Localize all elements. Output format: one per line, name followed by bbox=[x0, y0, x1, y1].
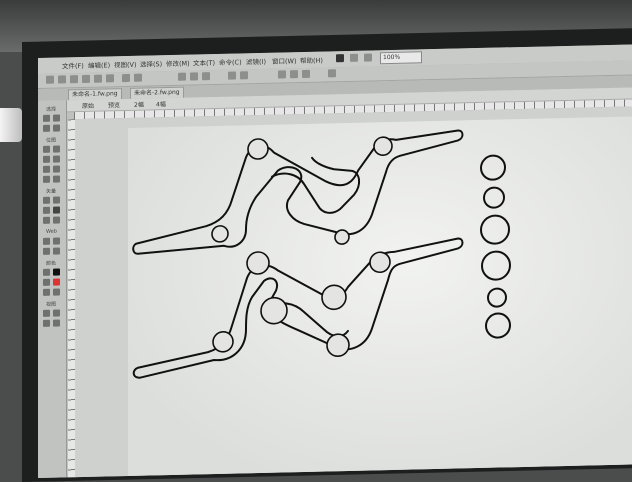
crop-tool-icon[interactable] bbox=[53, 124, 60, 132]
pen-tool-icon[interactable] bbox=[53, 196, 60, 204]
freeform-tool-icon[interactable] bbox=[43, 216, 50, 224]
trace-inner-upper bbox=[271, 156, 360, 214]
tools-section-vector: 矢量 bbox=[46, 188, 57, 195]
document-canvas[interactable] bbox=[128, 116, 632, 476]
pad-lower-mid bbox=[212, 330, 234, 353]
menu-view[interactable]: 视图(V) bbox=[114, 59, 137, 70]
desk-lamp bbox=[0, 108, 22, 142]
flip-icon[interactable] bbox=[302, 69, 310, 79]
tab-2up[interactable]: 2幅 bbox=[134, 100, 144, 109]
eyedropper-tool-icon[interactable] bbox=[43, 268, 50, 276]
group-icon[interactable] bbox=[228, 71, 236, 80]
undo-icon[interactable] bbox=[122, 73, 130, 83]
menu-commands[interactable]: 命令(C) bbox=[219, 56, 242, 67]
pad-upper-low bbox=[334, 229, 350, 245]
line-tool-icon[interactable] bbox=[43, 196, 50, 204]
menu-file[interactable]: 文件(F) bbox=[62, 60, 84, 70]
cut-icon[interactable] bbox=[178, 72, 186, 81]
grid-icon[interactable] bbox=[336, 54, 344, 63]
circle-1 bbox=[480, 154, 506, 181]
fullscreen-mode-icon[interactable] bbox=[53, 309, 60, 317]
slice-tool-icon[interactable] bbox=[53, 237, 60, 245]
swap-colors-icon[interactable] bbox=[43, 288, 50, 296]
marquee-tool-icon[interactable] bbox=[43, 145, 50, 153]
stamp-tool-icon[interactable] bbox=[53, 175, 60, 183]
standard-mode-icon[interactable] bbox=[43, 309, 50, 317]
arrange-icon[interactable] bbox=[328, 69, 336, 78]
blur-tool-icon[interactable] bbox=[43, 175, 50, 183]
canvas-artwork bbox=[132, 129, 511, 379]
no-stroke-icon[interactable] bbox=[53, 288, 60, 296]
monitor-screen: 文件(F) 编辑(E) 视图(V) 选择(S) 修改(M) 文本(T) 命令(C… bbox=[38, 44, 632, 478]
rotate-icon[interactable] bbox=[290, 70, 298, 79]
paste-icon[interactable] bbox=[202, 72, 210, 81]
rectangle-tool-icon[interactable] bbox=[43, 206, 50, 214]
menu-filters[interactable]: 滤镜(I) bbox=[246, 56, 266, 66]
brush-tool-icon[interactable] bbox=[53, 155, 60, 163]
zoom-tool-icon[interactable] bbox=[53, 319, 60, 327]
pad-upper-mid bbox=[211, 225, 229, 243]
circle-6 bbox=[485, 312, 511, 339]
pad-upper-right bbox=[373, 136, 393, 156]
tools-section-web: Web bbox=[46, 228, 57, 235]
new-icon[interactable] bbox=[46, 75, 54, 84]
menu-modify[interactable]: 修改(M) bbox=[166, 58, 190, 69]
tools-panel: 选择 位图 矢量 Web 颜色 视图 bbox=[38, 100, 67, 478]
pad-upper-left bbox=[247, 138, 269, 160]
pad-lower-center bbox=[321, 284, 347, 311]
copy-icon[interactable] bbox=[190, 72, 198, 81]
knife-tool-icon[interactable] bbox=[53, 216, 60, 224]
pad-lower-right bbox=[369, 251, 391, 274]
tools-section-select: 选择 bbox=[46, 106, 57, 113]
paint-bucket-tool-icon[interactable] bbox=[43, 278, 50, 286]
show-slices-icon[interactable] bbox=[53, 247, 60, 255]
hand-icon[interactable] bbox=[350, 53, 358, 62]
scale-tool-icon[interactable] bbox=[43, 124, 50, 132]
import-icon[interactable] bbox=[82, 74, 90, 84]
print-icon[interactable] bbox=[106, 74, 114, 83]
menu-help[interactable]: 帮助(H) bbox=[300, 55, 323, 66]
zoom-select[interactable]: 100% bbox=[380, 51, 422, 65]
tools-section-bitmap: 位图 bbox=[46, 137, 57, 144]
export-icon[interactable] bbox=[94, 74, 102, 83]
menu-text[interactable]: 文本(T) bbox=[193, 57, 215, 68]
tab-original[interactable]: 原始 bbox=[82, 101, 94, 110]
menu-select[interactable]: 选择(S) bbox=[140, 58, 162, 69]
tab-preview[interactable]: 预览 bbox=[108, 100, 120, 109]
circle-2 bbox=[483, 186, 505, 209]
save-icon[interactable] bbox=[70, 75, 78, 84]
pointer-tool-icon[interactable] bbox=[43, 114, 50, 122]
hotspot-tool-icon[interactable] bbox=[43, 237, 50, 245]
trace-shape-upper bbox=[132, 129, 464, 255]
menu-edit[interactable]: 编辑(E) bbox=[88, 59, 110, 70]
pad-lower-left bbox=[246, 251, 270, 275]
stroke-color-swatch[interactable] bbox=[53, 268, 60, 276]
lasso-tool-icon[interactable] bbox=[53, 145, 60, 153]
ungroup-icon[interactable] bbox=[240, 71, 248, 80]
align-icon[interactable] bbox=[278, 70, 286, 79]
menu-window[interactable]: 窗口(W) bbox=[272, 55, 297, 66]
hide-slices-icon[interactable] bbox=[43, 247, 50, 255]
fill-color-swatch[interactable] bbox=[53, 278, 60, 286]
text-tool-icon[interactable] bbox=[53, 206, 60, 214]
circle-4 bbox=[481, 250, 511, 281]
redo-icon[interactable] bbox=[134, 73, 142, 82]
circle-5 bbox=[487, 287, 507, 308]
magic-wand-tool-icon[interactable] bbox=[43, 155, 50, 163]
pad-lower-inner bbox=[260, 296, 288, 325]
open-icon[interactable] bbox=[58, 75, 66, 84]
hand-tool-icon[interactable] bbox=[43, 319, 50, 327]
tools-section-colors: 颜色 bbox=[46, 260, 57, 267]
circle-3 bbox=[480, 214, 510, 245]
eraser-tool-icon[interactable] bbox=[53, 165, 60, 173]
tab-4up[interactable]: 4幅 bbox=[156, 99, 166, 108]
tools-section-view: 视图 bbox=[46, 301, 57, 308]
subselect-tool-icon[interactable] bbox=[53, 114, 60, 122]
pencil-tool-icon[interactable] bbox=[43, 165, 50, 173]
pad-lower-low bbox=[326, 333, 350, 357]
zoom-icon[interactable] bbox=[364, 53, 372, 62]
